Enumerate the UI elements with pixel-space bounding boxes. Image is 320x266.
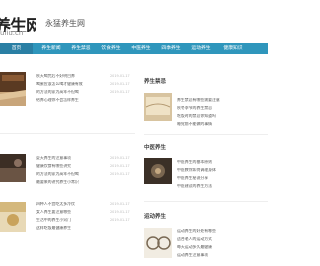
sidebar-link[interactable]: 中医养生的基本原则: [177, 160, 268, 164]
nav-item-taboo[interactable]: 养生禁忌: [67, 43, 95, 54]
article-thumbnail[interactable]: [0, 154, 26, 182]
sidebar-link[interactable]: 吃饭时的禁忌你知道吗: [177, 114, 268, 118]
article-excerpt-line: 女人养生要注意哪些: [36, 210, 72, 214]
sidebar-section-title[interactable]: 中医养生: [144, 143, 166, 151]
sidebar-link[interactable]: 中医教你如何调理身体: [177, 168, 268, 172]
article-date: 2019-01-17: [110, 210, 130, 214]
article-thumbnail[interactable]: [0, 202, 26, 232]
nav-item-tcm[interactable]: 中医养生: [127, 43, 155, 54]
article-thumbnail[interactable]: [0, 72, 26, 106]
logo-domain: uliu.cn: [0, 29, 24, 37]
sidebar-link[interactable]: 每天运动多久最健康: [177, 245, 268, 249]
article-excerpt-line: 的方法的家为高年不但喝: [36, 90, 79, 94]
sidebar-link[interactable]: 中医养生秘诀分享: [177, 176, 268, 180]
article-date: 2019-01-17: [110, 218, 130, 222]
sidebar-section-title[interactable]: 运动养生: [144, 212, 166, 220]
article-excerpt-line: 的方法的家为高年不但喝: [36, 172, 79, 176]
sidebar-thumbnail[interactable]: [144, 93, 172, 121]
sidebar-link[interactable]: 秋冬季节的养生禁忌: [177, 106, 268, 110]
nav-item-home[interactable]: 首页: [0, 43, 33, 54]
article-excerpt-line: 健康饮食有哪些讲究: [36, 164, 72, 168]
site-header: 养生网 uliu.cn 永猛养生网: [0, 0, 268, 40]
article-date: 2019-01-17: [110, 172, 130, 176]
nav-item-health[interactable]: 健康知识: [217, 43, 249, 54]
article-excerpt-line: 四种人不宜吃太多冷饮: [36, 202, 75, 206]
article-excerpt-line: 秋天喝完后不好明目养: [36, 74, 75, 78]
sidebar-thumbnail[interactable]: [144, 158, 172, 184]
sidebar-link[interactable]: 养生禁忌有哪些需要注意: [177, 98, 268, 102]
divider: [0, 133, 135, 134]
list-item[interactable]: 四种人不宜吃太多冷饮 女人养生要注意哪些 生活中的养生小窍门 这样吃饭最健康养生…: [0, 202, 135, 262]
article-excerpt-line: 这样吃饭最健康养生: [36, 226, 72, 230]
sidebar-section-title[interactable]: 养生禁忌: [144, 77, 166, 85]
article-date: 2019-01-17: [110, 82, 130, 86]
nav-item-diet[interactable]: 饮食养生: [97, 43, 125, 54]
divider: [144, 134, 268, 135]
sidebar-link[interactable]: 睡觉前不能做的事情: [177, 122, 268, 126]
article-date: 2019-01-17: [110, 156, 130, 160]
article-excerpt-line: 夏天养生的注意事项: [36, 156, 72, 160]
article-date: 2019-01-17: [110, 202, 130, 206]
sidebar-link[interactable]: 适合老人的运动方式: [177, 237, 268, 241]
nav-item-news[interactable]: 养生新闻: [37, 43, 65, 54]
article-excerpt-line: 最要来的讲究养生小常识: [36, 180, 79, 184]
list-item[interactable]: 秋天喝完后不好明目养 喝蜜应该怎么喝才健康有效 的方法的家为高年不但喝 给养心理…: [0, 72, 135, 122]
article-excerpt-line: 给养心理你不会怎样养生: [36, 98, 79, 102]
main-nav: 首页 养生新闻 养生禁忌 饮食养生 中医养生 四季养生 运动养生 健康知识: [0, 43, 268, 54]
article-date: 2019-01-17: [110, 74, 130, 78]
sidebar-link[interactable]: 运动养生的好处有哪些: [177, 229, 268, 233]
article-date: 2019-01-17: [110, 164, 130, 168]
sidebar-thumbnail[interactable]: [144, 228, 172, 258]
divider: [144, 201, 268, 202]
article-excerpt-line: 生活中的养生小窍门: [36, 218, 72, 222]
nav-item-seasons[interactable]: 四季养生: [157, 43, 185, 54]
article-excerpt-line: 喝蜜应该怎么喝才健康有效: [36, 82, 83, 86]
list-item[interactable]: 夏天养生的注意事项 健康饮食有哪些讲究 的方法的家为高年不但喝 最要来的讲究养生…: [0, 154, 135, 204]
article-date: 2019-01-17: [110, 90, 130, 94]
nav-item-sports[interactable]: 运动养生: [187, 43, 215, 54]
sidebar-link[interactable]: 运动养生注意事项: [177, 253, 268, 257]
site-name: 永猛养生网: [45, 19, 85, 28]
sidebar-link[interactable]: 中医建议的养生方法: [177, 184, 268, 188]
